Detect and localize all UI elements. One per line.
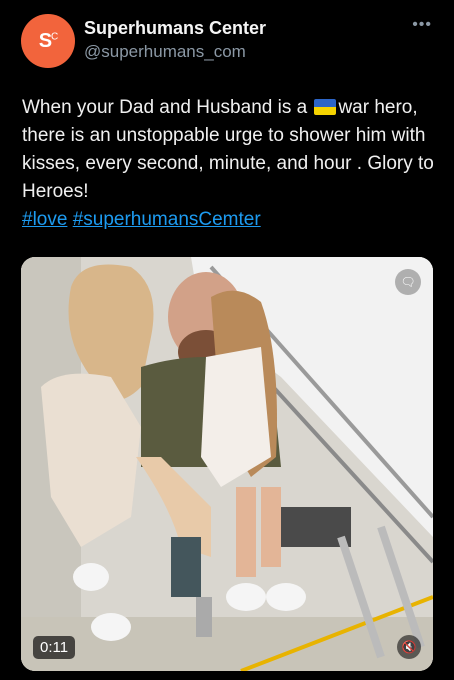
tweet-text: When your Dad and Husband is a war hero,… bbox=[22, 94, 437, 234]
hashtag-love[interactable]: #love bbox=[22, 209, 67, 230]
flag-stripe-yellow bbox=[314, 107, 337, 115]
captions-off-icon[interactable]: 🗨 bbox=[395, 269, 421, 295]
tweet-text-part-1: When your Dad and Husband is a bbox=[22, 97, 313, 118]
avatar-logo: SC bbox=[38, 29, 59, 52]
speaker-muted-icon[interactable]: 🔇 bbox=[397, 635, 421, 659]
more-icon[interactable]: ••• bbox=[412, 16, 432, 34]
video-frame bbox=[21, 257, 433, 671]
avatar[interactable]: SC bbox=[21, 14, 75, 68]
video-duration: 0:11 bbox=[33, 636, 76, 659]
ukraine-flag-icon bbox=[314, 99, 337, 115]
author-handle[interactable]: @superhumans_com bbox=[84, 42, 246, 62]
author-name[interactable]: Superhumans Center bbox=[84, 18, 266, 39]
video-player[interactable]: 🗨 0:11 🔇 bbox=[21, 257, 433, 671]
hashtag-superhumans[interactable]: #superhumansCemter bbox=[73, 209, 261, 230]
flag-stripe-blue bbox=[314, 99, 337, 107]
